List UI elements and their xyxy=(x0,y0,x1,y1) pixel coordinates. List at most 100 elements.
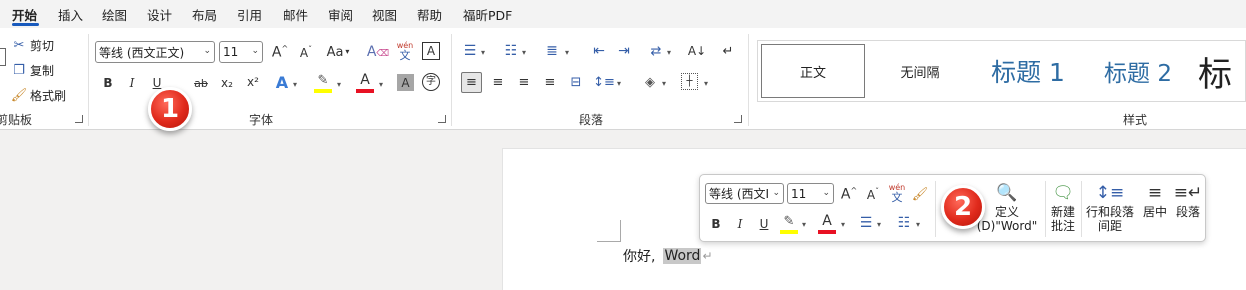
mini-paragraph-button[interactable]: ≡↵ 段落 xyxy=(1174,181,1203,220)
tab-review[interactable]: 审阅 xyxy=(328,5,353,24)
chevron-down-icon[interactable]: ▾ xyxy=(481,48,485,57)
justify-button[interactable]: ≡ xyxy=(540,72,560,93)
chevron-down-icon[interactable]: ▾ xyxy=(617,79,621,88)
style-normal[interactable]: 正文 xyxy=(761,44,865,98)
style-heading-1[interactable]: 标题 1 xyxy=(978,44,1078,98)
highlighter-icon: ✎ xyxy=(783,213,795,229)
style-no-spacing[interactable]: 无间隔 xyxy=(870,44,970,98)
tab-help[interactable]: 帮助 xyxy=(417,5,442,24)
mini-shrink-font-button[interactable]: Aˇ xyxy=(864,184,882,204)
font-color-button[interactable]: A xyxy=(356,71,374,89)
chevron-down-icon[interactable]: ▾ xyxy=(704,79,708,88)
bold-button[interactable]: B xyxy=(100,73,116,93)
bullet-list-icon: ☰ xyxy=(859,215,873,231)
mini-font-size-value: 11 xyxy=(791,186,807,201)
character-border-button[interactable]: A xyxy=(422,42,440,60)
styles-gallery: 正文 无间隔 标题 1 标题 2 标 xyxy=(757,40,1246,102)
text-effects-button[interactable]: A xyxy=(272,72,292,94)
tab-view[interactable]: 视图 xyxy=(372,5,397,24)
mini-line-spacing-button[interactable]: ↕≡ 行和段落 间距 xyxy=(1083,181,1137,234)
mini-font-size-combo[interactable]: 11 ⌄ xyxy=(787,183,834,204)
mini-format-painter-button[interactable]: 🖌 xyxy=(911,184,929,204)
font-dialog-launcher[interactable] xyxy=(438,115,446,123)
document-text[interactable]: 你好, Word ↵ xyxy=(623,246,713,266)
borders-button[interactable]: ┼ xyxy=(681,73,698,90)
clipboard-dialog-launcher[interactable] xyxy=(75,115,83,123)
align-center-button[interactable]: ≡ xyxy=(488,72,508,93)
mini-new-comment-button[interactable]: 🗨 新建 批注 xyxy=(1048,181,1078,234)
chevron-down-icon[interactable]: ▾ xyxy=(565,48,569,57)
tab-foxit-pdf[interactable]: 福昕PDF xyxy=(463,5,512,24)
bullets-button[interactable]: ☰ xyxy=(461,42,479,60)
cut-button[interactable]: ✂ 剪切 xyxy=(10,37,54,54)
style-heading-2[interactable]: 标题 2 xyxy=(1088,44,1188,98)
document-text-before: 你好, xyxy=(623,249,656,265)
change-case-button[interactable]: Aa ▾ xyxy=(324,42,352,62)
strikethrough-button[interactable]: ab xyxy=(192,73,210,93)
font-name-combo[interactable]: 等线 (西文正文) ⌄ xyxy=(95,41,215,63)
decrease-indent-button[interactable]: ⇤ xyxy=(590,42,608,60)
chevron-down-icon[interactable]: ▾ xyxy=(877,220,881,229)
mini-center-button[interactable]: ≡ 居中 xyxy=(1141,181,1169,220)
paragraph-dialog-launcher[interactable] xyxy=(734,115,742,123)
mini-highlight-button[interactable]: ✎ xyxy=(780,212,798,230)
tab-home[interactable]: 开始 xyxy=(12,5,37,24)
line-spacing-button[interactable]: ↕≡ xyxy=(593,72,615,93)
chevron-down-icon[interactable]: ▾ xyxy=(337,80,341,89)
text-direction-button[interactable]: ⇄ xyxy=(646,42,666,60)
sort-button[interactable]: A↓ xyxy=(687,41,707,61)
tab-draw[interactable]: 绘图 xyxy=(102,5,127,24)
tab-references[interactable]: 引用 xyxy=(237,5,262,24)
tab-mailings[interactable]: 邮件 xyxy=(283,5,308,24)
chevron-down-icon[interactable]: ▾ xyxy=(667,48,671,57)
grow-font-button[interactable]: A^ xyxy=(270,42,290,62)
mini-underline-button[interactable]: U xyxy=(756,214,772,234)
chevron-down-icon[interactable]: ▾ xyxy=(802,220,806,229)
enclose-characters-button[interactable]: 字 xyxy=(422,73,440,91)
font-color-icon: A xyxy=(822,213,832,229)
mini-bullets-button[interactable]: ☰ xyxy=(857,214,875,232)
distributed-button[interactable]: ⊟ xyxy=(566,72,586,93)
mini-font-color-button[interactable]: A xyxy=(818,212,836,230)
increase-indent-button[interactable]: ⇥ xyxy=(615,42,633,60)
numbering-button[interactable]: ☷ xyxy=(502,42,520,60)
mini-numbering-button[interactable]: ☷ xyxy=(895,214,913,232)
highlight-button[interactable]: ✎ xyxy=(314,71,332,89)
chevron-down-icon[interactable]: ▾ xyxy=(662,79,666,88)
scissors-icon: ✂ xyxy=(13,38,25,53)
mini-bold-button[interactable]: B xyxy=(708,214,724,234)
style-title[interactable]: 标 xyxy=(1198,44,1246,98)
font-size-combo[interactable]: 11 ⌄ xyxy=(219,41,263,63)
subscript-button[interactable]: x₂ xyxy=(218,73,236,93)
mini-grow-font-button[interactable]: A^ xyxy=(840,184,858,204)
chevron-down-icon[interactable]: ▾ xyxy=(293,80,297,89)
clear-formatting-button[interactable]: A⌫ xyxy=(367,42,389,62)
tab-design[interactable]: 设计 xyxy=(147,5,172,24)
show-paragraph-marks-button[interactable]: ↵ xyxy=(719,41,737,61)
chevron-down-icon[interactable]: ▾ xyxy=(841,220,845,229)
mini-font-name-combo[interactable]: 等线 (西文I ⌄ xyxy=(705,183,784,204)
align-right-button[interactable]: ≡ xyxy=(514,72,534,93)
shading-button[interactable]: ◈ xyxy=(640,72,660,93)
chevron-down-icon[interactable]: ▾ xyxy=(916,220,920,229)
new-comment-label: 新建 xyxy=(1050,205,1075,219)
chevron-down-icon[interactable]: ▾ xyxy=(379,80,383,89)
multilevel-list-button[interactable]: ≣ xyxy=(543,42,561,60)
character-shading-button[interactable]: A xyxy=(397,74,414,91)
tab-insert[interactable]: 插入 xyxy=(58,5,83,24)
paste-icon[interactable] xyxy=(0,48,6,66)
mini-italic-button[interactable]: I xyxy=(732,214,748,234)
chevron-down-icon[interactable]: ▾ xyxy=(522,48,526,57)
copy-button[interactable]: ❐ 复制 xyxy=(10,62,54,79)
shrink-font-button[interactable]: Aˇ xyxy=(296,42,316,62)
selected-text[interactable]: Word xyxy=(663,248,702,264)
line-spacing-icon: ↕≡ xyxy=(593,75,615,90)
phonetic-guide-button[interactable]: wén 文 xyxy=(395,39,415,63)
italic-button[interactable]: I xyxy=(124,73,140,93)
tab-layout[interactable]: 布局 xyxy=(192,5,217,24)
format-painter-button[interactable]: 🖌 格式刷 xyxy=(10,87,66,104)
mini-phonetic-guide-button[interactable]: wén 文 xyxy=(888,181,906,205)
superscript-button[interactable]: x² xyxy=(244,72,262,92)
paintbrush-icon: 🖌 xyxy=(10,88,28,103)
align-left-button[interactable]: ≡ xyxy=(461,72,482,93)
